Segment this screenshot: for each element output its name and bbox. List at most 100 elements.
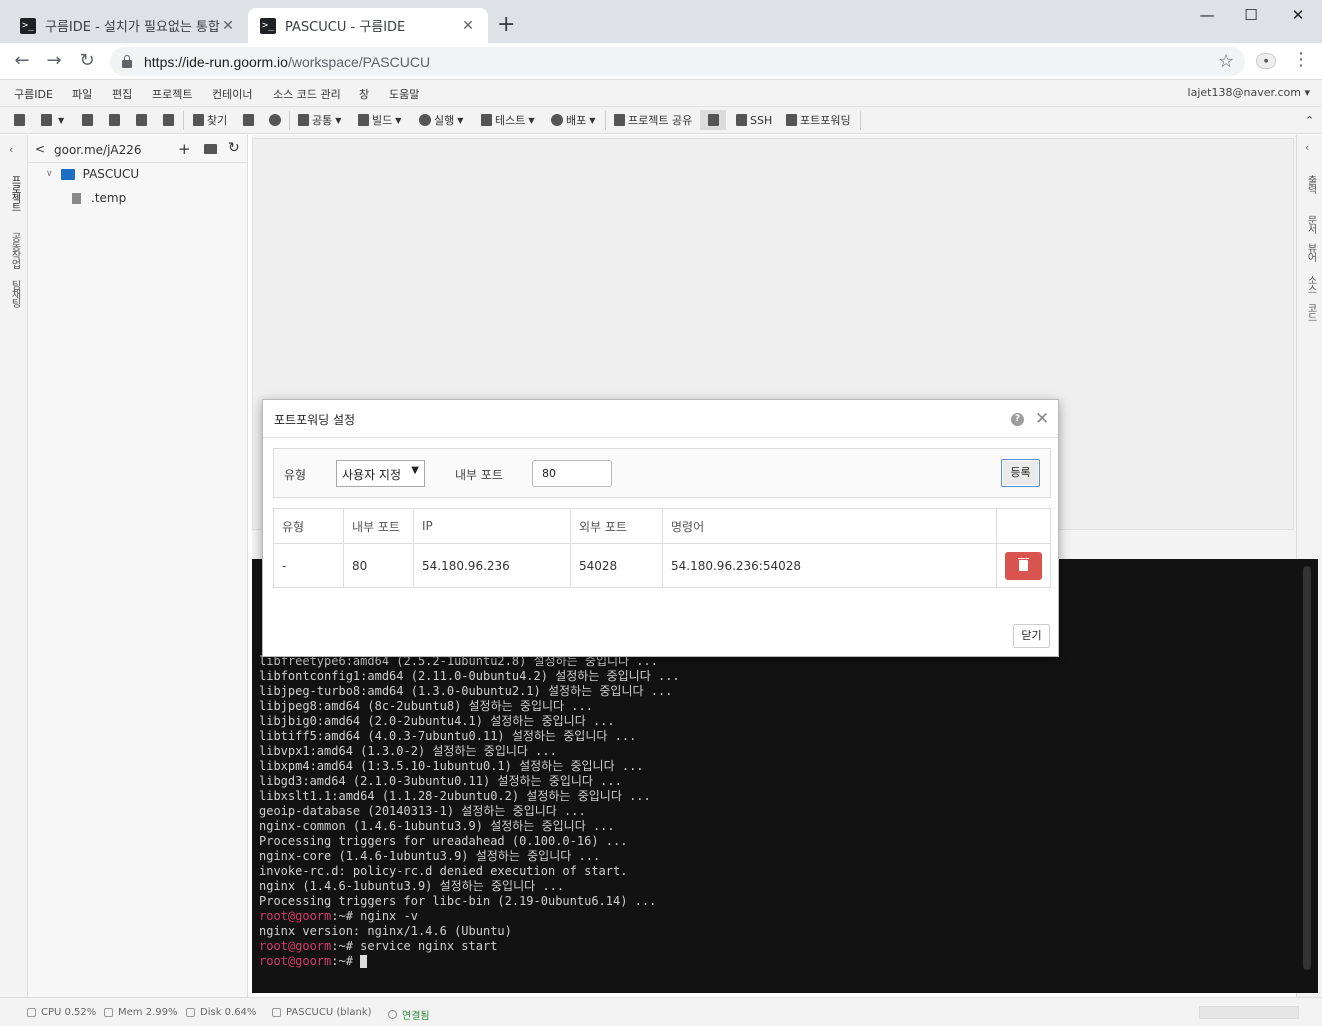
run-menu-button[interactable]: 실행 ▼	[419, 111, 463, 129]
cell-external-port: 54028	[570, 543, 663, 588]
left-panel-rail: ‹ 프로젝트 공동작업 팀채팅	[0, 135, 28, 997]
terminal-line: libxslt1.1:amd64 (1.1.28-2ubuntu0.2) 설정하…	[259, 789, 651, 803]
common-menu-button[interactable]: 공통 ▼	[298, 111, 341, 129]
forward-icon[interactable]: →	[42, 49, 66, 73]
save-icon[interactable]	[82, 111, 96, 129]
reload-icon[interactable]: ↻	[75, 49, 99, 73]
window-close-icon[interactable]: ✕	[1275, 4, 1321, 28]
tab-close-icon[interactable]: ✕	[220, 18, 236, 34]
terminal-line: libjpeg-turbo8:amd64 (1.3.0-0ubuntu2.1) …	[259, 684, 673, 698]
tab-team-chat[interactable]: 팀채팅	[6, 280, 22, 307]
col-command: 명령어	[662, 508, 997, 544]
tab-source-code[interactable]: 소스 코드	[1302, 275, 1318, 321]
ssh-button[interactable]: SSH	[736, 111, 772, 129]
help-icon[interactable]: ?	[1011, 413, 1024, 426]
container-icon	[272, 1008, 281, 1017]
terminal-line: nginx-core (1.4.6-1ubuntu3.9) 설정하는 중입니다 …	[259, 849, 601, 863]
tab-project[interactable]: 프로젝트	[6, 175, 22, 211]
settings-gear-icon[interactable]	[269, 111, 284, 129]
add-icon[interactable]: +	[178, 140, 191, 158]
menu-help[interactable]: 도움말	[389, 86, 419, 102]
export-icon[interactable]	[163, 111, 177, 129]
collapse-left-icon[interactable]: ‹	[9, 143, 13, 156]
menu-source-control[interactable]: 소스 코드 관리	[273, 86, 341, 102]
menu-file[interactable]: 파일	[72, 86, 92, 102]
user-account-menu[interactable]: lajet138@naver.com ▾	[1188, 86, 1310, 99]
url-input[interactable]: https://ide-run.goorm.io/workspace/PASCU…	[110, 47, 1245, 76]
collapse-toolbar-icon[interactable]: ⌃	[1305, 111, 1314, 129]
tab-document-viewer[interactable]: 문서 뷰어	[1302, 215, 1318, 261]
minimize-icon[interactable]: —	[1184, 4, 1230, 28]
back-icon[interactable]: ←	[10, 49, 34, 73]
collapse-right-icon[interactable]: ‹	[1305, 141, 1309, 154]
terminal-line: nginx version: nginx/1.4.6 (Ubuntu)	[259, 924, 512, 938]
tab-close-icon[interactable]: ✕	[460, 18, 476, 34]
status-progress-area	[1199, 1006, 1299, 1019]
cloud-icon	[388, 1010, 397, 1019]
new-folder-icon[interactable]	[204, 144, 217, 154]
terminal-prompt: root@goorm	[259, 909, 332, 923]
dialog-title: 포트포워딩 설정	[274, 413, 356, 427]
deploy-menu-button[interactable]: 배포 ▼	[551, 111, 595, 129]
cell-actions	[996, 543, 1051, 588]
internal-port-input[interactable]: 80	[532, 460, 612, 487]
terminal-line: root@goorm:~#	[259, 954, 680, 969]
tab-output[interactable]: 출력	[1302, 175, 1318, 193]
chevron-down-icon[interactable]: ∨	[46, 169, 53, 179]
mem-usage: Mem 2.99%	[104, 1007, 177, 1018]
tab-collaboration[interactable]: 공동작업	[6, 232, 22, 268]
close-icon[interactable]: ✕	[1035, 409, 1049, 429]
terminal-line: nginx (1.4.6-1ubuntu3.9) 설정하는 중입니다 ...	[259, 879, 565, 893]
type-select[interactable]: 사용자 지정 ▼	[336, 460, 425, 487]
container-status[interactable]: PASCUCU (blank)	[272, 1007, 372, 1018]
cell-ip: 54.180.96.236	[413, 543, 571, 588]
tree-item-project[interactable]: ∨ PASCUCU	[46, 167, 139, 181]
menu-window[interactable]: 창	[359, 86, 369, 102]
tab-title: 구름IDE - 설치가 필요없는 통합	[45, 20, 220, 35]
menu-goorm-ide[interactable]: 구름IDE	[14, 86, 53, 102]
terminal-line: libxpm4:amd64 (1:3.5.10-1ubuntu0.1) 설정하는…	[259, 759, 644, 773]
terminal-command: :~# nginx -v	[331, 909, 418, 923]
register-button[interactable]: 등록	[1001, 459, 1040, 487]
browser-tab-goorm-home[interactable]: >_ 구름IDE - 설치가 필요없는 통합 ✕	[8, 8, 248, 43]
search-icon	[193, 114, 204, 126]
disk-usage: Disk 0.64%	[186, 1007, 256, 1018]
share-icon[interactable]: <	[35, 142, 45, 156]
menu-project[interactable]: 프로젝트	[152, 86, 192, 102]
delete-button[interactable]	[1005, 551, 1042, 580]
build-menu-button[interactable]: 빌드 ▼	[358, 111, 401, 129]
new-project-icon[interactable]	[14, 111, 28, 129]
type-label: 유형	[284, 468, 307, 482]
project-share-button[interactable]: 프로젝트 공유	[614, 111, 692, 129]
terminal-prompt: root@goorm	[259, 954, 332, 968]
terminal-line: libjpeg8:amd64 (8c-2ubuntu8) 설정하는 중입니다 .…	[259, 699, 593, 713]
browser-menu-icon[interactable]: ⋮	[1292, 51, 1310, 69]
new-tab-icon[interactable]: +	[497, 12, 515, 38]
save-all-icon[interactable]	[109, 111, 123, 129]
bookmark-star-icon[interactable]: ☆	[1218, 51, 1234, 72]
terminal-scrollbar[interactable]	[1303, 566, 1311, 970]
terminal-toggle-icon[interactable]	[700, 110, 726, 130]
tree-item-file[interactable]: .temp	[72, 191, 126, 205]
terminal-line: libvpx1:amd64 (1.3.0-2) 설정하는 중입니다 ...	[259, 744, 557, 758]
find-button[interactable]: 찾기	[193, 111, 227, 129]
new-file-icon[interactable]: ▼	[41, 111, 64, 129]
cpu-icon	[27, 1008, 36, 1017]
maximize-icon[interactable]: ☐	[1228, 4, 1274, 28]
refresh-icon[interactable]: ↻	[228, 140, 240, 156]
cell-command: 54.180.96.236:54028	[662, 543, 997, 588]
cell-internal-port: 80	[343, 543, 414, 588]
terminal-line: libgd3:amd64 (2.1.0-3ubuntu0.11) 설정하는 중입…	[259, 774, 622, 788]
screenshot-icon[interactable]	[243, 111, 257, 129]
ide-toolbar: ▼ 찾기 공통 ▼ 빌드 ▼ 실행 ▼ 테스트 ▼ 배포 ▼ 프로젝트 공유 SSH 포트…	[0, 107, 1322, 134]
browser-tab-pascucu[interactable]: >_ PASCUCU - 구름IDE ✕	[248, 8, 488, 43]
close-button[interactable]: 닫기	[1013, 624, 1050, 648]
port-forwarding-button[interactable]: 포트포워딩	[786, 111, 851, 129]
project-url[interactable]: goor.me/jA226	[54, 143, 142, 157]
menu-container[interactable]: 컨테이너	[212, 86, 252, 102]
terminal-command: :~#	[331, 954, 361, 968]
profile-avatar[interactable]: ●	[1256, 53, 1276, 69]
menu-edit[interactable]: 편집	[112, 86, 132, 102]
test-menu-button[interactable]: 테스트 ▼	[481, 111, 535, 129]
import-icon[interactable]	[136, 111, 150, 129]
